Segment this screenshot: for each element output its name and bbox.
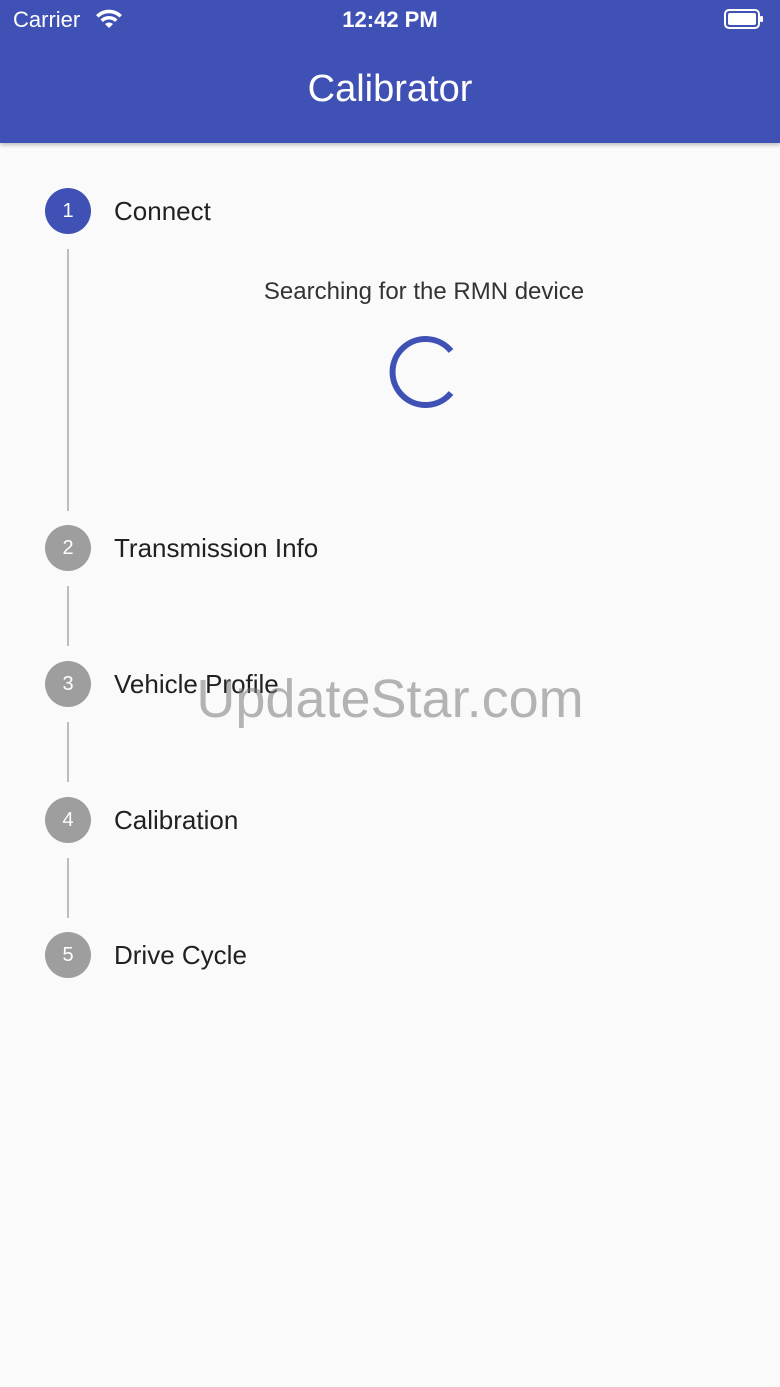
step-connector — [67, 586, 69, 646]
step-connector — [67, 722, 69, 782]
step-5-label[interactable]: Drive Cycle — [114, 932, 247, 978]
step-connector — [67, 858, 69, 918]
step-4-label[interactable]: Calibration — [114, 797, 238, 843]
page-title: Calibrator — [307, 68, 473, 110]
searching-message: Searching for the RMN device — [263, 278, 585, 305]
step-1-label[interactable]: Connect — [114, 188, 211, 234]
step-1-circle[interactable]: 1 — [45, 188, 91, 234]
status-bar: Carrier 12:42 PM — [0, 0, 780, 40]
step-3-circle[interactable]: 3 — [45, 661, 91, 707]
step-3-label[interactable]: Vehicle Profile — [114, 661, 279, 707]
step-2-label[interactable]: Transmission Info — [114, 525, 318, 571]
app-bar: Carrier 12:42 PM Calibrator — [0, 0, 780, 143]
step-5-circle[interactable]: 5 — [45, 932, 91, 978]
status-time: 12:42 PM — [342, 7, 438, 32]
step-2-circle[interactable]: 2 — [45, 525, 91, 571]
battery-icon — [724, 9, 763, 29]
step-4-circle[interactable]: 4 — [45, 797, 91, 843]
loading-spinner-icon — [389, 336, 454, 408]
step-connector — [67, 249, 69, 511]
